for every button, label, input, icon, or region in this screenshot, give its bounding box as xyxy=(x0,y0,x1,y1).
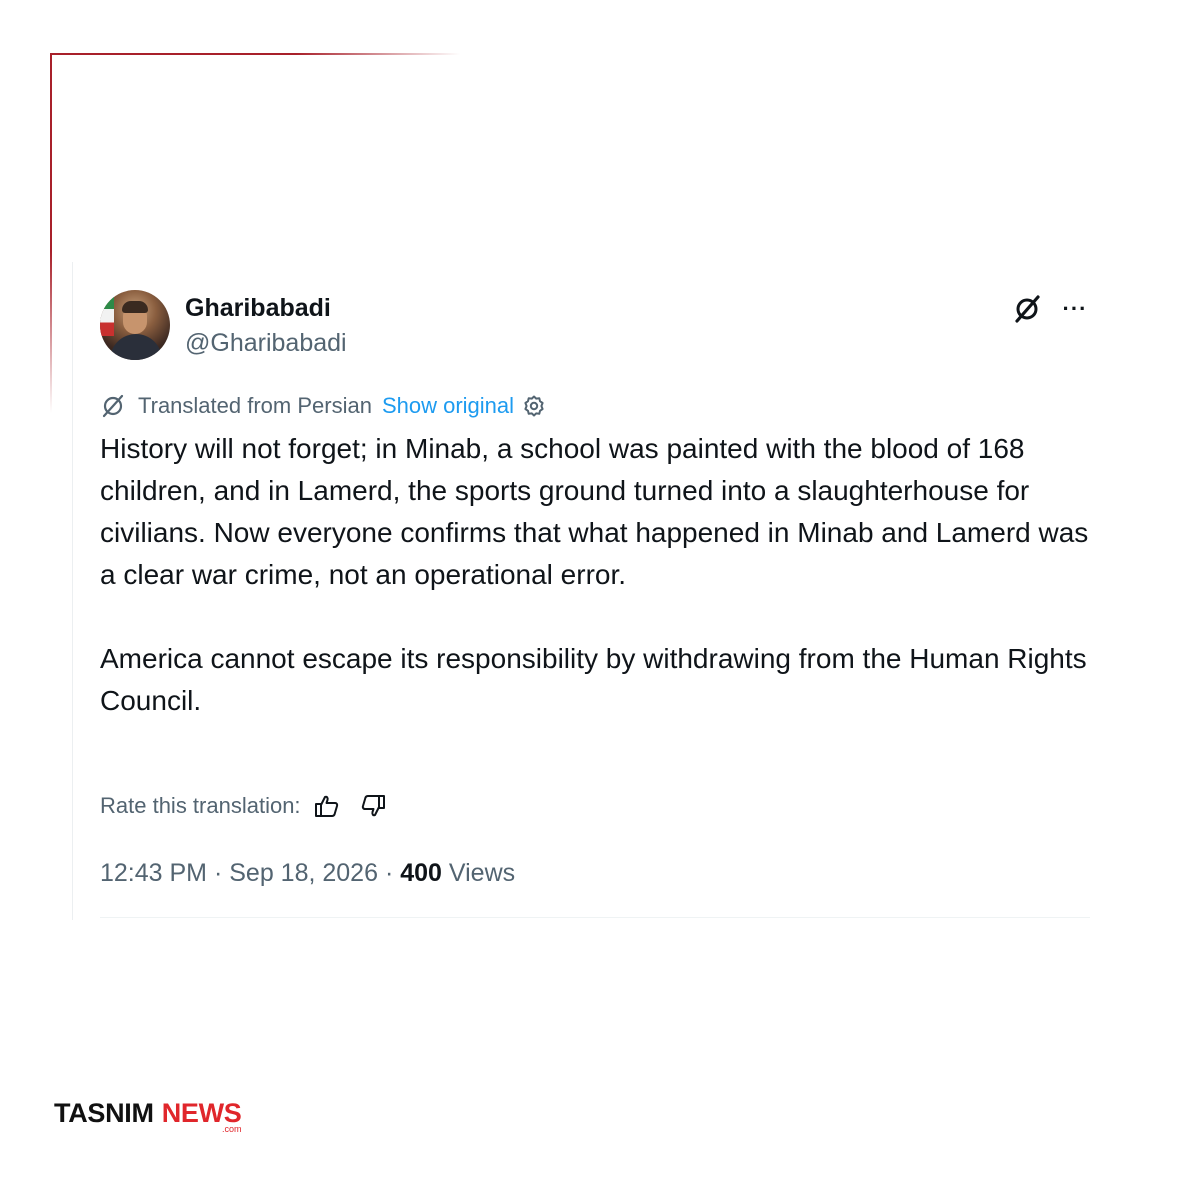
more-icon[interactable]: ··· xyxy=(1060,294,1090,324)
avatar[interactable] xyxy=(100,290,170,360)
user-handle[interactable]: @Gharibabadi xyxy=(185,329,347,358)
meta-separator: · xyxy=(384,859,394,887)
tweet-time[interactable]: 12:43 PM xyxy=(100,859,207,887)
translation-bar: Translated from Persian Show original xyxy=(100,393,546,419)
rate-translation: Rate this translation: xyxy=(100,792,387,820)
frame-left-border xyxy=(50,53,52,413)
gear-icon[interactable] xyxy=(522,394,546,418)
thumbs-up-icon[interactable] xyxy=(313,792,341,820)
tweet-text: History will not forget; in Minab, a sch… xyxy=(100,428,1090,722)
views-label: Views xyxy=(448,859,516,887)
views-count: 400 xyxy=(400,859,442,887)
tasnim-news-logo: TASNIM NEWS .com xyxy=(54,1098,242,1134)
brand-news: NEWS .com xyxy=(161,1098,242,1134)
divider xyxy=(100,917,1090,918)
translated-label: Translated from Persian xyxy=(138,393,372,418)
brand-domain: .com xyxy=(221,1124,242,1134)
thumbs-down-icon[interactable] xyxy=(359,792,387,820)
brand-tasnim: TASNIM xyxy=(54,1098,154,1128)
rate-label: Rate this translation: xyxy=(100,793,301,818)
tweet-meta: 12:43 PM · Sep 18, 2026 · 400 Views xyxy=(100,859,515,888)
frame-top-border xyxy=(50,53,460,55)
tweet-paragraph: History will not forget; in Minab, a sch… xyxy=(100,433,1089,590)
meta-separator: · xyxy=(213,859,223,887)
flag-graphic xyxy=(100,296,114,336)
tweet-paragraph: America cannot escape its responsibility… xyxy=(100,643,1087,716)
display-name[interactable]: Gharibabadi xyxy=(185,294,331,323)
card-edge xyxy=(72,262,73,920)
grok-icon[interactable] xyxy=(1012,294,1042,324)
show-original-link[interactable]: Show original xyxy=(382,393,514,419)
tweet-date[interactable]: Sep 18, 2026 xyxy=(229,859,378,887)
translate-icon xyxy=(102,394,124,418)
